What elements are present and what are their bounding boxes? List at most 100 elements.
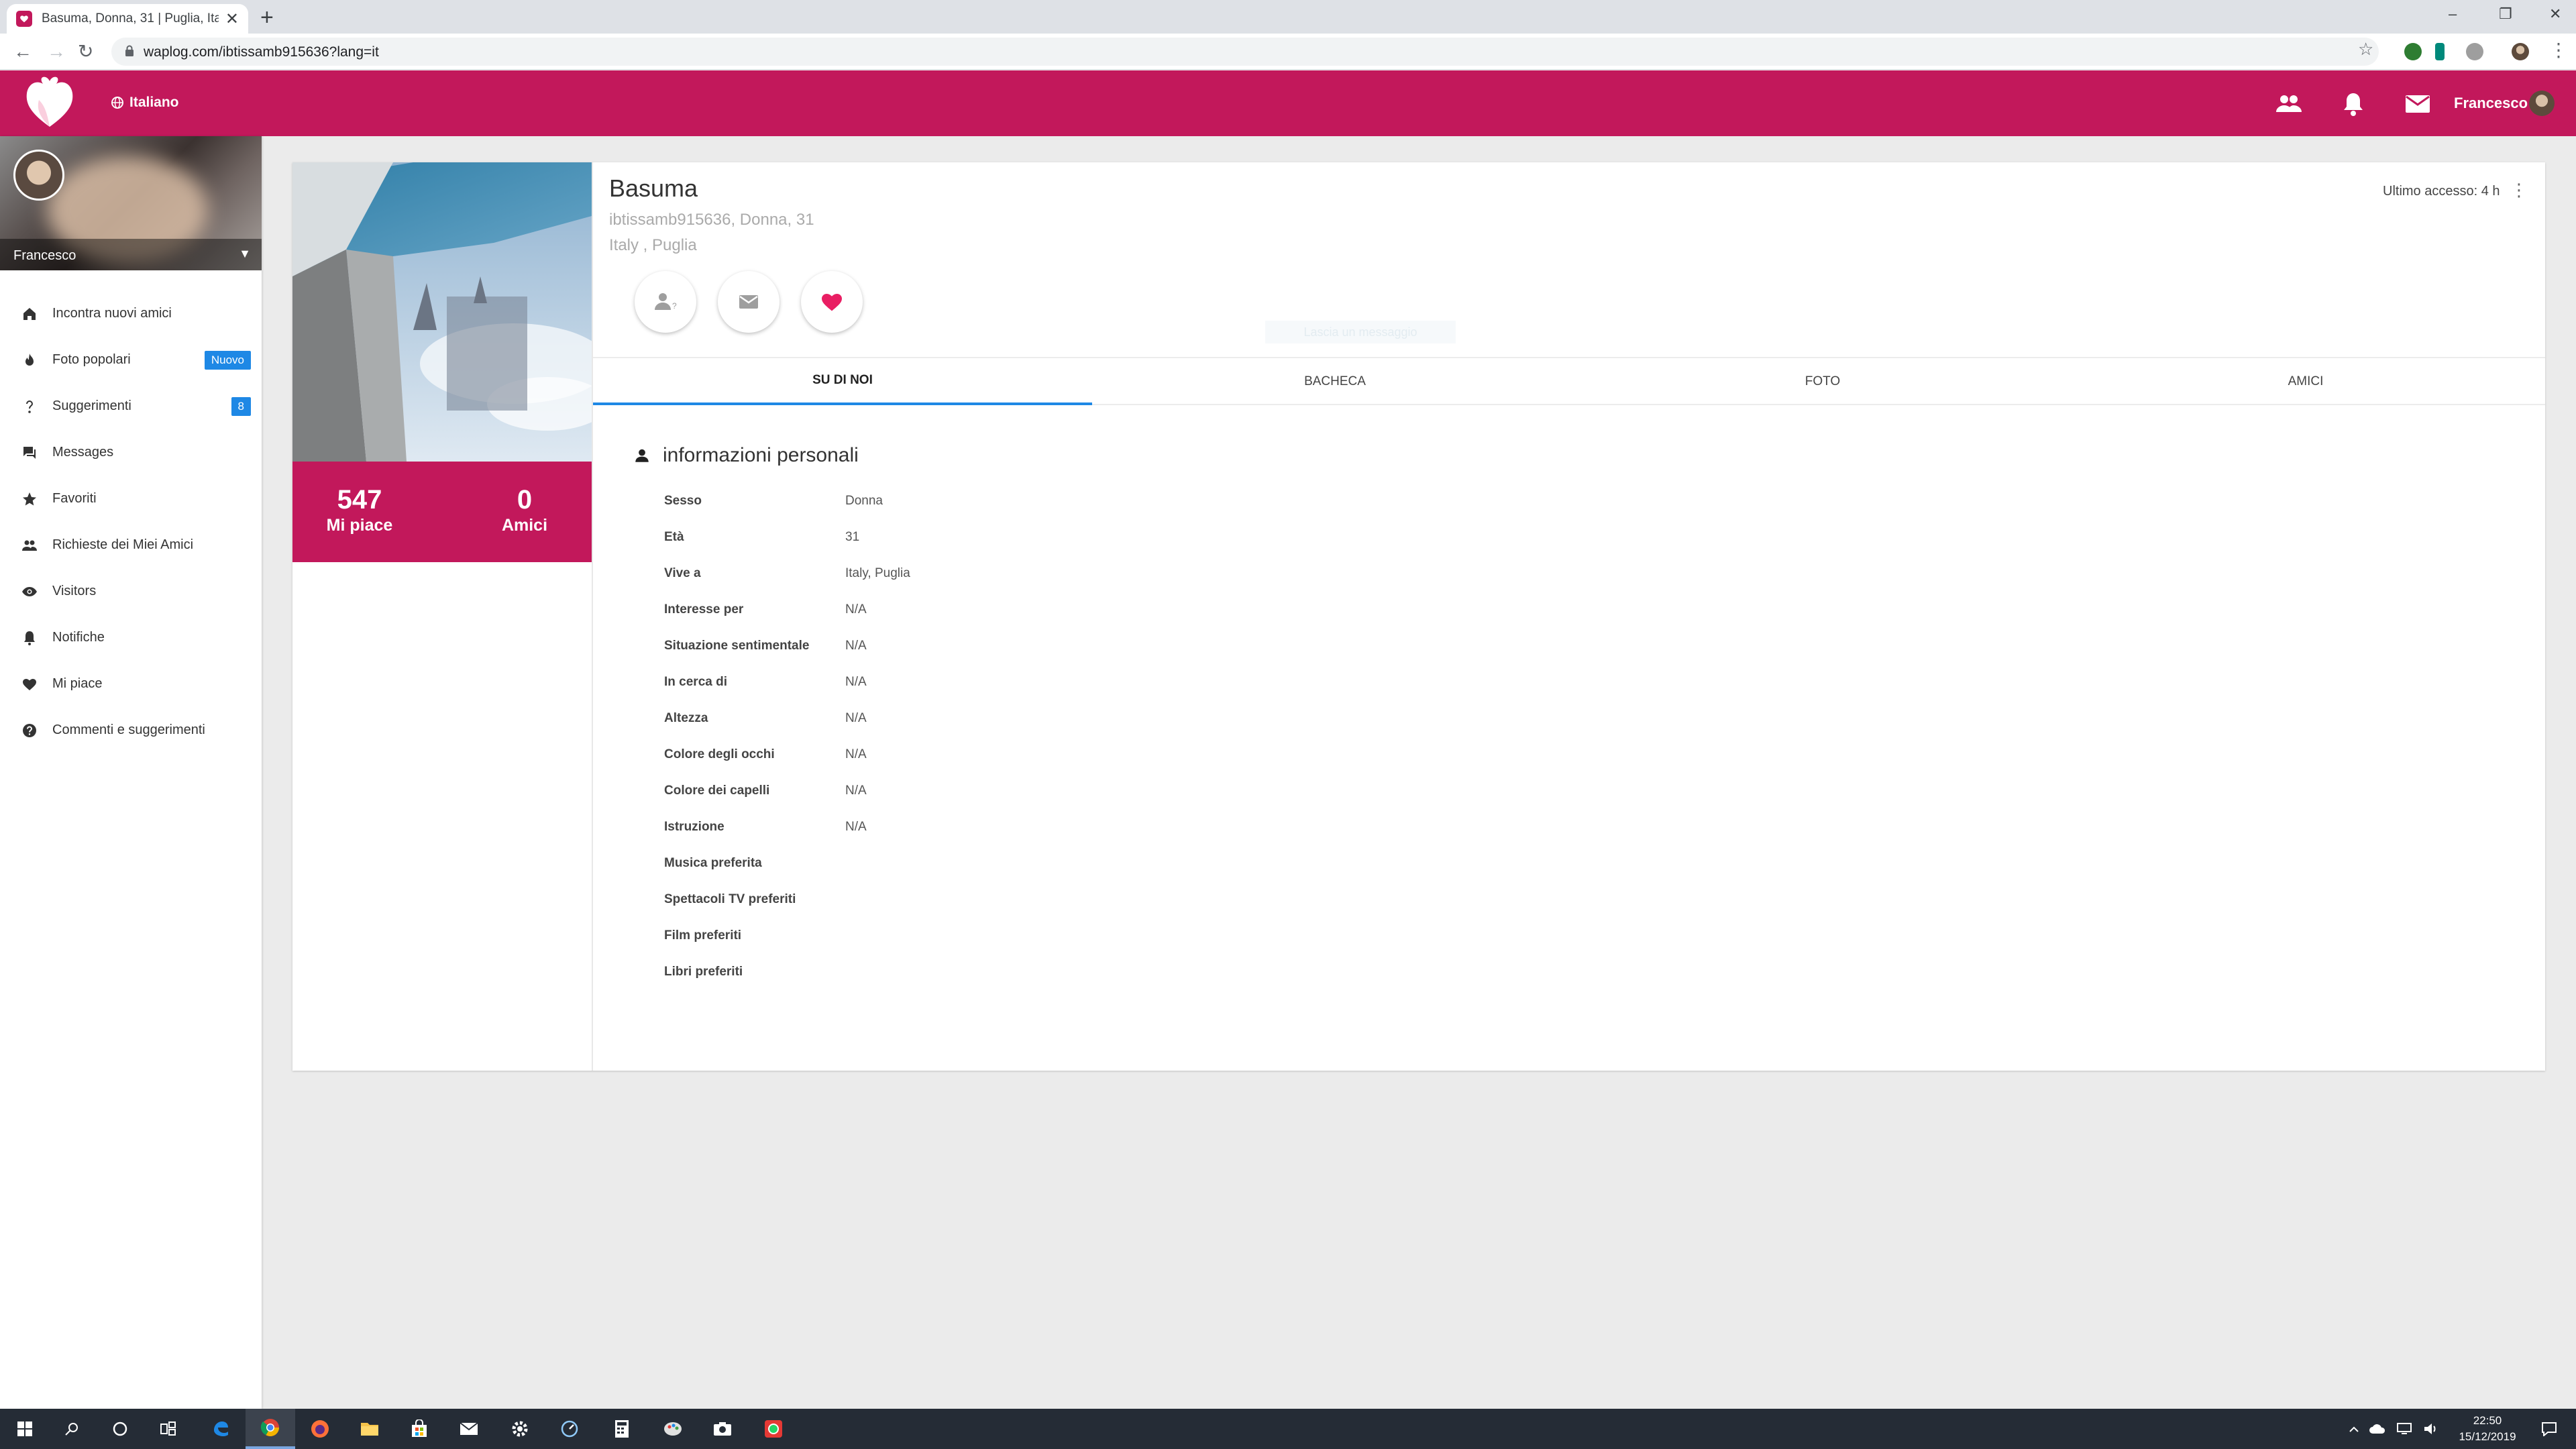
- profile-photo[interactable]: [292, 162, 592, 462]
- sidebar-item-messages[interactable]: Messages: [0, 429, 262, 476]
- friends-label: Amici: [501, 516, 548, 535]
- tray-clock[interactable]: 22:50 15/12/2019: [2447, 1413, 2528, 1445]
- sidebar-user-menu[interactable]: Francesco ▼: [0, 239, 262, 270]
- waplog-logo-icon[interactable]: [24, 74, 75, 129]
- sidebar-item-richieste[interactable]: Richieste dei Miei Amici: [0, 522, 262, 568]
- info-value: 31: [845, 530, 860, 544]
- volume-icon[interactable]: [2418, 1409, 2445, 1449]
- sidebar-item-suggerimenti[interactable]: Suggerimenti 8: [0, 383, 262, 429]
- reload-button[interactable]: ↻: [78, 40, 93, 63]
- clock-time: 22:50: [2473, 1414, 2502, 1427]
- sidebar-item-incontra[interactable]: Incontra nuovi amici: [0, 290, 262, 337]
- tab-foto[interactable]: FOTO: [1578, 358, 2068, 405]
- header-avatar[interactable]: [2529, 91, 2555, 116]
- info-value: N/A: [845, 602, 867, 616]
- sidebar-item-favoriti[interactable]: Favoriti: [0, 476, 262, 522]
- cortana-button[interactable]: [95, 1409, 145, 1449]
- minimize-button[interactable]: –: [2449, 5, 2457, 23]
- tray-chevron-icon[interactable]: [2344, 1409, 2364, 1449]
- friends-icon[interactable]: [2274, 91, 2304, 117]
- likes-label: Mi piace: [326, 516, 393, 535]
- taskbar-whatsapp[interactable]: [749, 1409, 798, 1449]
- personal-info-header: informazioni personali: [633, 444, 859, 467]
- info-label: Musica preferita: [664, 856, 762, 870]
- globe-icon: [111, 97, 123, 109]
- fire-icon: [20, 351, 39, 370]
- likes-stat[interactable]: 547 Mi piace: [292, 485, 427, 536]
- tab-su-di-noi[interactable]: SU DI NOI: [593, 358, 1092, 405]
- info-value: N/A: [845, 639, 867, 653]
- sidebar-username: Francesco: [13, 248, 76, 263]
- sidebar-item-visitors[interactable]: Visitors: [0, 568, 262, 614]
- extension-key-icon[interactable]: [2435, 43, 2445, 60]
- tab-amici[interactable]: AMICI: [2068, 358, 2544, 405]
- taskbar-edge[interactable]: [196, 1409, 246, 1449]
- close-window-button[interactable]: ✕: [2549, 5, 2561, 23]
- more-options-icon[interactable]: ⋮: [2510, 180, 2528, 201]
- windows-start-button[interactable]: [0, 1409, 50, 1449]
- taskbar-speedometer-app[interactable]: [545, 1409, 594, 1449]
- profile-subtitle: ibtissamb915636, Donna, 31: [609, 211, 814, 229]
- site-header: Italiano Francesco: [0, 70, 2576, 136]
- svg-text:?: ?: [672, 301, 677, 311]
- friends-stat[interactable]: 0 Amici: [458, 485, 592, 536]
- sidebar-avatar[interactable]: [13, 150, 64, 201]
- sidebar-item-label: Commenti e suggerimenti: [52, 722, 205, 737]
- tab-bacheca[interactable]: BACHECA: [1092, 358, 1578, 405]
- sidebar-item-foto-popolari[interactable]: Foto popolari Nuovo: [0, 337, 262, 383]
- like-button[interactable]: [801, 271, 863, 333]
- sidebar-item-label: Suggerimenti: [52, 398, 131, 413]
- restore-button[interactable]: ❐: [2499, 5, 2512, 23]
- sidebar-item-notifiche[interactable]: Notifiche: [0, 614, 262, 661]
- taskbar-mail[interactable]: [444, 1409, 494, 1449]
- task-view-button[interactable]: [144, 1409, 193, 1449]
- address-bar[interactable]: waplog.com/ibtissamb915636?lang=it: [111, 38, 2379, 66]
- info-label: Situazione sentimentale: [664, 639, 810, 653]
- info-value: N/A: [845, 784, 867, 798]
- send-message-button[interactable]: [718, 271, 780, 333]
- sidebar-item-commenti[interactable]: Commenti e suggerimenti: [0, 707, 262, 753]
- tab-close-icon[interactable]: ✕: [225, 9, 239, 29]
- likes-count: 547: [337, 485, 382, 515]
- browser-menu-icon[interactable]: ⋮: [2549, 39, 2568, 62]
- back-button[interactable]: ←: [13, 40, 32, 63]
- sidebar-item-label: Visitors: [52, 584, 97, 598]
- taskbar-file-explorer[interactable]: [345, 1409, 394, 1449]
- language-selector[interactable]: Italiano: [111, 95, 179, 111]
- extension-icon[interactable]: [2404, 43, 2422, 60]
- info-row-interesse: Interesse per N/A: [664, 592, 867, 628]
- taskbar-firefox[interactable]: [295, 1409, 345, 1449]
- url-text: waplog.com/ibtissamb915636?lang=it: [144, 44, 379, 60]
- info-row-capelli: Colore dei capelli N/A: [664, 773, 867, 809]
- header-username[interactable]: Francesco: [2454, 95, 2528, 112]
- taskbar-store[interactable]: [394, 1409, 444, 1449]
- info-row-film: Film preferiti: [664, 918, 845, 954]
- sidebar-item-label: Notifiche: [52, 630, 105, 645]
- taskbar-chrome[interactable]: [246, 1409, 295, 1449]
- taskbar-camera[interactable]: [698, 1409, 747, 1449]
- taskbar-paint-app[interactable]: [648, 1409, 698, 1449]
- action-center-button[interactable]: [2529, 1409, 2569, 1449]
- search-button[interactable]: [47, 1409, 97, 1449]
- forward-button[interactable]: →: [47, 40, 66, 63]
- extension-shield-icon[interactable]: [2466, 43, 2483, 60]
- envelope-icon: [739, 295, 758, 309]
- sidebar-item-label: Foto popolari: [52, 352, 131, 367]
- add-friend-button[interactable]: ?: [635, 271, 696, 333]
- taskbar-settings-app[interactable]: [495, 1409, 545, 1449]
- new-tab-button[interactable]: +: [260, 4, 274, 31]
- browser-profile-avatar[interactable]: [2512, 43, 2529, 60]
- camera-icon: [714, 1422, 731, 1436]
- notifications-bell-icon[interactable]: [2339, 91, 2368, 117]
- ghost-message-button[interactable]: Lascia un messaggio: [1265, 321, 1456, 343]
- messages-envelope-icon[interactable]: [2403, 91, 2432, 117]
- help-circle-icon: [20, 721, 39, 740]
- onedrive-cloud-icon[interactable]: [2364, 1409, 2391, 1449]
- column-divider: [592, 162, 593, 1071]
- sidebar-item-mi-piace[interactable]: Mi piace: [0, 661, 262, 707]
- taskbar-calculator[interactable]: [597, 1409, 647, 1449]
- browser-tab[interactable]: Basuma, Donna, 31 | Puglia, Italy ✕: [7, 4, 248, 34]
- info-row-occhi: Colore degli occhi N/A: [664, 737, 867, 773]
- network-icon[interactable]: [2391, 1409, 2418, 1449]
- bookmark-star-icon[interactable]: ☆: [2358, 39, 2373, 60]
